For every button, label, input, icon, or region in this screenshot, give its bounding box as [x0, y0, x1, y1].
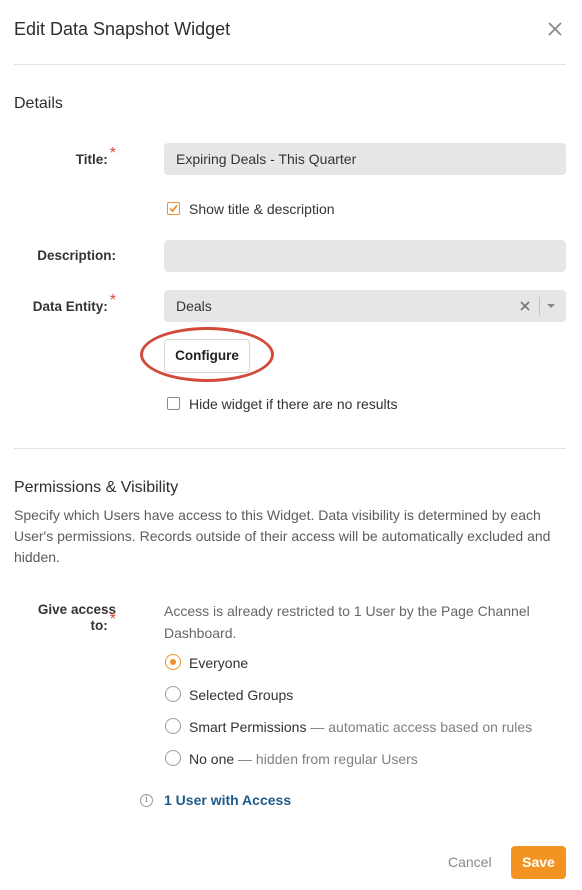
radio-no-one[interactable]: [165, 750, 181, 766]
hide-widget-label: Hide widget if there are no results: [189, 396, 398, 412]
give-access-label: Give access to: *: [37, 602, 116, 633]
divider: [14, 64, 566, 65]
required-marker: *: [109, 292, 116, 309]
cancel-button[interactable]: Cancel: [448, 854, 492, 870]
required-marker: *: [109, 145, 116, 162]
chevron-down-icon[interactable]: [546, 303, 556, 309]
select-separator: [539, 297, 540, 315]
data-entity-value: Deals: [176, 298, 212, 314]
radio-selected-groups-label: Selected Groups: [189, 687, 294, 703]
radio-everyone[interactable]: [165, 654, 181, 670]
title-label: Title: *: [75, 145, 116, 167]
description-label: Description:: [37, 248, 116, 263]
description-input[interactable]: [164, 240, 566, 272]
details-section-title: Details: [14, 95, 63, 112]
hide-widget-checkbox[interactable]: [167, 397, 180, 410]
permissions-section-title: Permissions & Visibility: [14, 479, 179, 496]
show-title-checkbox[interactable]: [167, 202, 180, 215]
access-note: Access is already restricted to 1 User b…: [164, 603, 530, 641]
radio-no-one-label: No one — hidden from regular Users: [189, 751, 418, 767]
check-icon: [169, 204, 178, 213]
divider: [14, 448, 566, 449]
title-input[interactable]: Expiring Deals - This Quarter: [164, 143, 566, 175]
dialog-title: Edit Data Snapshot Widget: [14, 19, 231, 39]
users-with-access-link[interactable]: 1 User with Access: [164, 792, 291, 808]
permissions-description: Specify which Users have access to this …: [14, 507, 551, 565]
show-title-label: Show title & description: [189, 201, 335, 217]
data-entity-select[interactable]: Deals: [164, 290, 566, 322]
annotation-circle: [140, 327, 274, 382]
radio-everyone-label: Everyone: [189, 655, 249, 671]
save-button[interactable]: Save: [511, 846, 566, 879]
radio-selected-groups[interactable]: [165, 686, 181, 702]
data-entity-label: Data Entity: *: [32, 292, 116, 314]
info-icon: i: [140, 794, 153, 807]
radio-smart-permissions[interactable]: [165, 718, 181, 734]
radio-smart-permissions-label: Smart Permissions — automatic access bas…: [189, 719, 533, 735]
close-icon[interactable]: [544, 18, 566, 40]
clear-icon[interactable]: [519, 300, 531, 312]
required-marker: *: [109, 611, 116, 628]
